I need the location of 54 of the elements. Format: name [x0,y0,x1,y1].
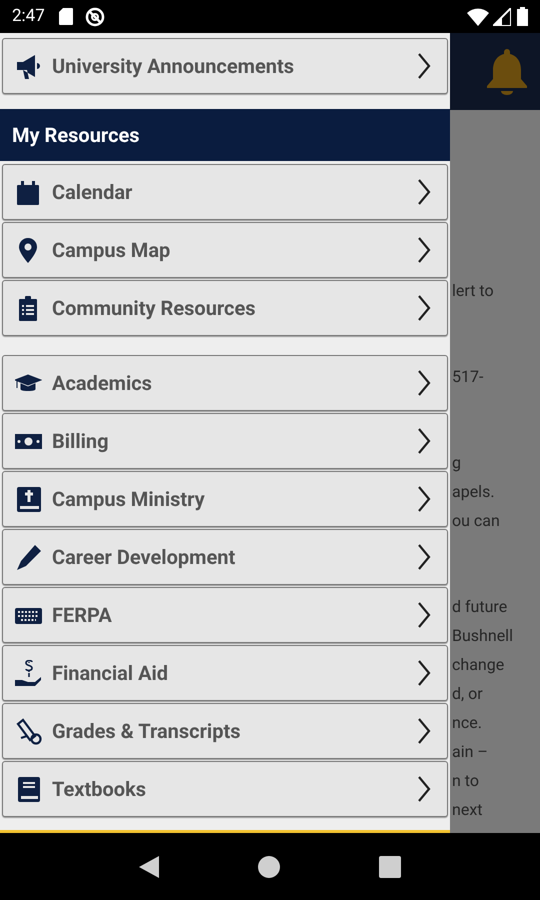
section-header: My Resources [0,109,450,161]
page-text-line: g [452,452,462,474]
diploma-scroll-icon [15,718,42,744]
menu-item[interactable]: Textbooks [2,761,448,817]
book-icon [15,776,42,802]
chevron-right-icon [417,295,431,321]
calendar-icon [15,178,42,206]
page-text-line: d, or [452,683,484,705]
chevron-right-icon [417,370,431,396]
chevron-right-icon [417,718,431,744]
menu-item[interactable]: Academics [2,355,448,411]
menu-item[interactable]: Billing [2,413,448,469]
pen-icon [15,544,42,570]
page-text-line: d future [452,596,508,618]
page-text-line: 517- [452,366,484,388]
status-time: 2:47 [12,4,45,28]
chevron-right-icon [417,776,431,802]
page-text-line: apels. [452,481,496,503]
chevron-right-icon [417,602,431,628]
signal-icon [493,8,511,26]
back-icon[interactable] [139,856,160,878]
menu-item[interactable]: Campus Ministry [2,471,448,527]
menu-item[interactable]: Career Development [2,529,448,585]
blocked-circle-icon [84,6,105,26]
menu-item[interactable]: Calendar [2,164,448,220]
battery-icon [517,7,528,26]
menu-item[interactable]: Community Resources [2,280,448,336]
menu-item[interactable]: Grades & Transcripts [2,703,448,759]
page-text-line: ou can [452,510,501,532]
page-text-line: nce. [452,712,483,734]
chevron-right-icon [417,544,431,570]
page-text-line: Bushnell [452,625,513,647]
book-with-cross-icon [15,486,42,512]
menu-item[interactable]: Financial Aid [2,645,448,701]
chevron-right-icon [417,179,431,205]
page-text-line: lert to [452,280,495,302]
chevron-right-icon [417,428,431,454]
chevron-right-icon [417,660,431,686]
menu-item[interactable]: Campus Map [2,222,448,278]
chevron-right-icon [417,53,431,79]
chevron-right-icon [417,486,431,512]
recents-icon[interactable] [378,856,401,878]
hand-with-dollar-icon [15,660,42,686]
wifi-icon [467,8,489,26]
page-text-line: change [452,654,506,676]
sd-card-icon [58,8,73,25]
page-text-line: next [452,799,484,821]
page-text-line: n to [452,770,480,792]
page-text-line: ain – [452,741,489,763]
home-icon[interactable] [258,856,280,878]
menu-item[interactable]: FERPA [2,587,448,643]
menu-item[interactable]: University Announcements [2,38,448,94]
chevron-right-icon [417,237,431,263]
megaphone-icon [15,52,42,80]
